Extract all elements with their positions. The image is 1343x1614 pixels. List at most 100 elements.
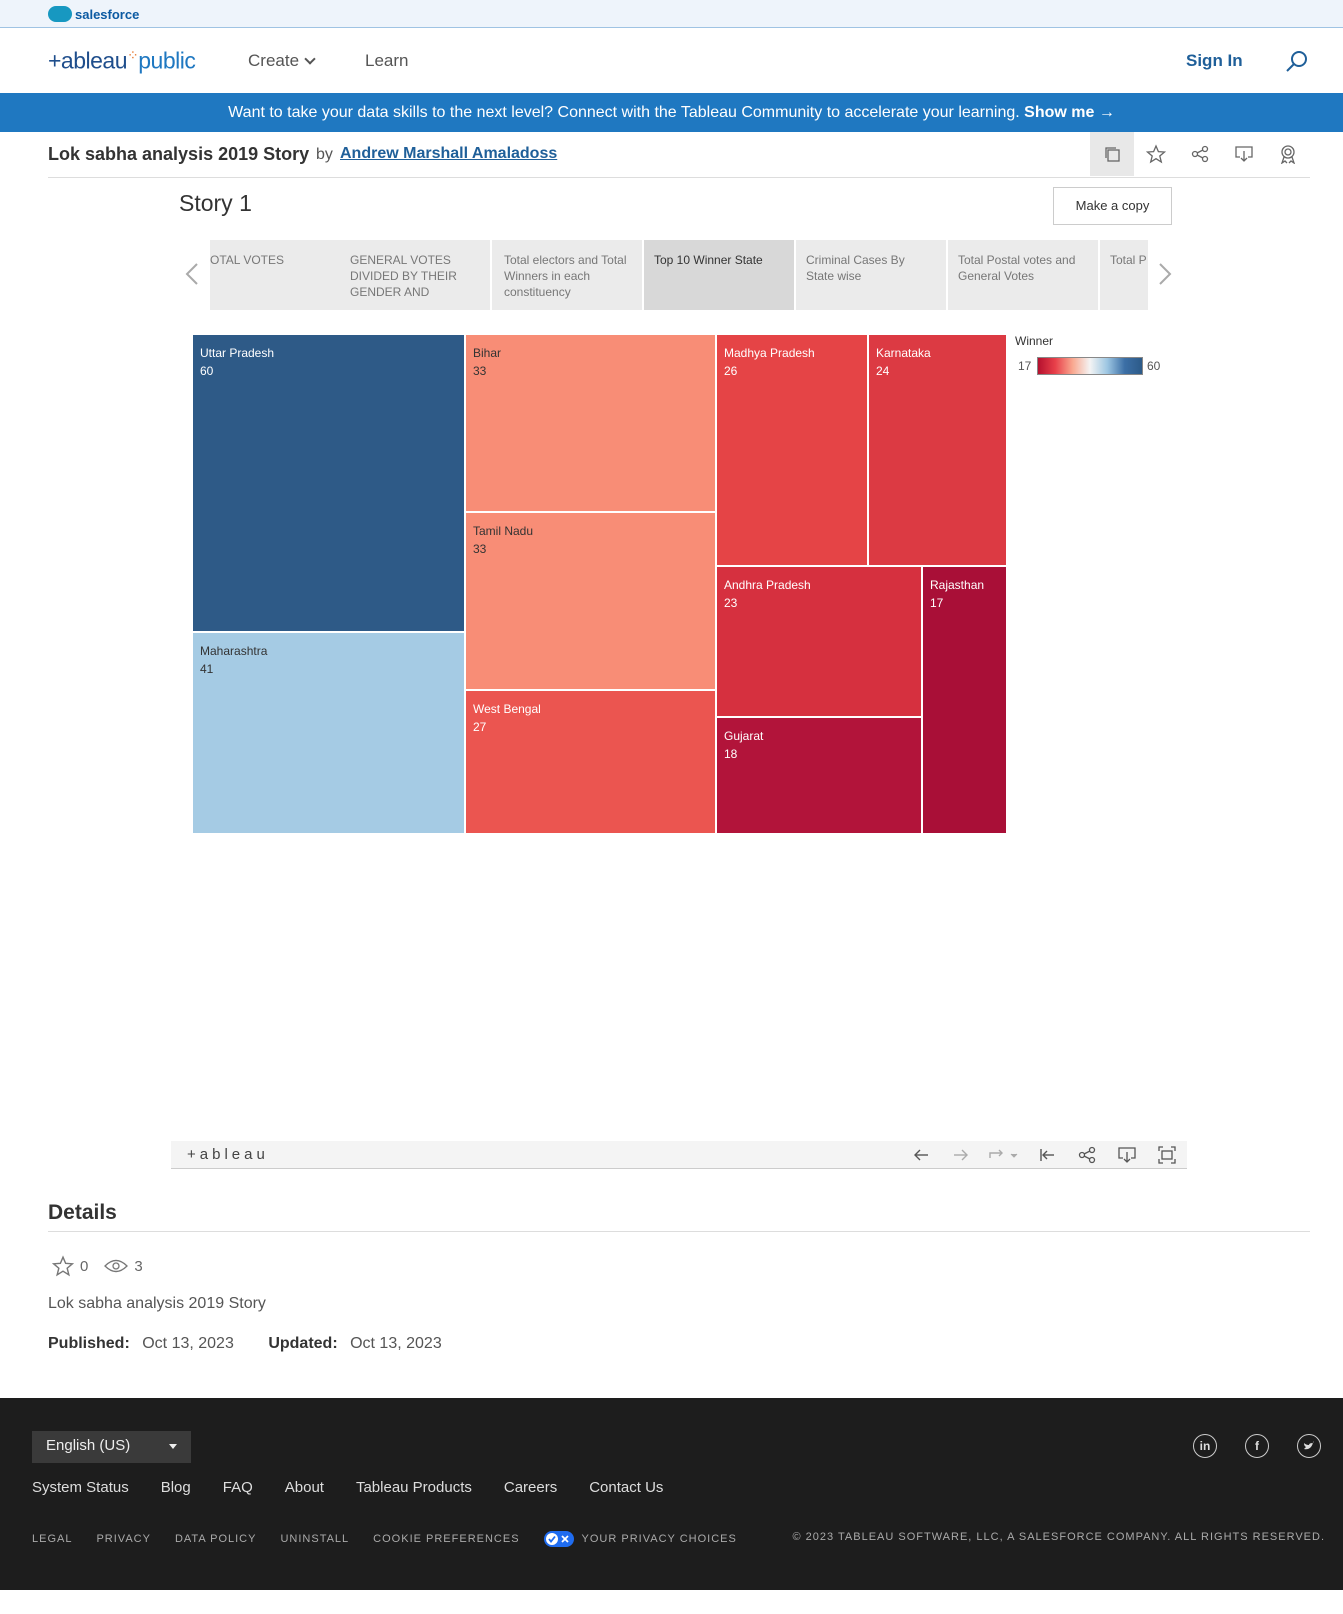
copyright-text: © 2023 TABLEAU SOFTWARE, LLC, A SALESFOR… [792,1531,1325,1543]
tile-value: 33 [473,364,487,378]
story-point[interactable]: Total electors and Total Winners in each… [492,240,642,310]
treemap-tile[interactable]: Madhya Pradesh 26 [716,334,868,566]
favorites-star-icon[interactable] [52,1255,74,1277]
treemap-tile[interactable]: Rajasthan 17 [922,566,1007,834]
tile-value: 33 [473,542,487,556]
tile-label: Karnataka [876,346,931,360]
published-date: Oct 13, 2023 [142,1335,234,1352]
tile-value: 60 [200,364,214,378]
legend-color-bar [1037,357,1143,375]
site-header: +ableau⁘public Create Learn Sign In [0,29,1343,92]
toolbar-download-icon[interactable] [1117,1145,1137,1165]
updated-date: Oct 13, 2023 [350,1335,442,1352]
author-link[interactable]: Andrew Marshall Amaladoss [340,145,557,163]
updated-label: Updated: [268,1335,338,1352]
views-count: 3 [134,1257,143,1275]
tile-value: 41 [200,662,214,676]
footer-link-about[interactable]: About [285,1479,324,1496]
undo-icon[interactable] [911,1145,931,1165]
banner-text: Want to take your data skills to the nex… [228,104,1020,121]
data-policy-link[interactable]: DATA POLICY [175,1533,257,1545]
tile-label: Maharashtra [200,644,268,658]
revert-icon[interactable] [987,1145,1021,1165]
tableau-toolbar-logo[interactable]: +ableau [187,1146,269,1163]
salesforce-cloud-icon [48,6,72,22]
footer-link-faq[interactable]: FAQ [223,1479,253,1496]
award-icon[interactable] [1266,132,1310,176]
cookie-preferences-link[interactable]: COOKIE PREFERENCES [373,1533,519,1545]
tile-value: 17 [930,596,944,610]
first-page-icon[interactable] [1037,1145,1057,1165]
story-point-selected[interactable]: Top 10 Winner State [644,240,794,310]
treemap-tile[interactable]: Karnataka 24 [868,334,1007,566]
story-point[interactable]: Total P each P [1100,240,1148,310]
viz-description: Lok sabha analysis 2019 Story [48,1295,266,1312]
facebook-icon[interactable]: f [1245,1434,1269,1458]
story-points-nav: OTAL VOTES GENERAL VOTES DIVIDED BY THEI… [210,240,1148,310]
tile-value: 24 [876,364,890,378]
tableau-public-logo[interactable]: +ableau⁘public [48,47,196,75]
privacy-link[interactable]: PRIVACY [96,1533,150,1545]
redo-icon[interactable] [951,1145,971,1165]
tile-value: 18 [724,747,738,761]
legend-title: Winner [1015,334,1054,348]
community-banner: Want to take your data skills to the nex… [0,93,1343,132]
copy-icon[interactable] [1090,132,1134,176]
views-eye-icon [104,1259,129,1273]
footer-link-blog[interactable]: Blog [161,1479,191,1496]
story-prev-arrow-icon[interactable] [185,262,199,286]
treemap-tile[interactable]: Gujarat 18 [716,717,922,834]
story-point[interactable]: Criminal Cases By State wise [796,240,946,310]
tile-label: Andhra Pradesh [724,578,811,592]
publish-info: Published: Oct 13, 2023 Updated: Oct 13,… [48,1335,442,1353]
footer-link-system-status[interactable]: System Status [32,1479,129,1496]
fullscreen-icon[interactable] [1157,1145,1177,1165]
treemap-tile[interactable]: Tamil Nadu 33 [465,512,716,690]
story-point[interactable]: GENERAL VOTES DIVIDED BY THEIR GENDER AN… [340,240,490,310]
footer-link-contact-us[interactable]: Contact Us [589,1479,663,1496]
treemap-tile[interactable]: Bihar 33 [465,334,716,512]
footer-link-careers[interactable]: Careers [504,1479,557,1496]
uninstall-link[interactable]: UNINSTALL [280,1533,349,1545]
treemap-tile[interactable]: Maharashtra 41 [192,632,465,834]
toolbar-share-icon[interactable] [1077,1145,1097,1165]
tile-label: Madhya Pradesh [724,346,815,360]
share-icon[interactable] [1178,132,1222,176]
legal-link[interactable]: LEGAL [32,1533,72,1545]
story-point[interactable]: OTAL VOTES [210,240,360,310]
legend-max: 60 [1147,359,1161,373]
salesforce-logo[interactable]: salesforce [48,5,139,23]
make-copy-button[interactable]: Make a copy [1053,187,1172,225]
nav-create[interactable]: Create [248,51,316,71]
download-icon[interactable] [1222,132,1266,176]
legal-links: LEGAL PRIVACY DATA POLICY UNINSTALL COOK… [32,1531,761,1547]
privacy-choices-toggle-icon[interactable] [543,1531,574,1547]
story-title: Story 1 [179,190,252,216]
treemap-tile[interactable]: Uttar Pradesh 60 [192,334,465,632]
search-icon[interactable] [1285,50,1309,74]
site-footer: English (US) System Status Blog FAQ Abou… [0,1398,1343,1590]
tableau-viz-toolbar: +ableau [171,1141,1187,1169]
viz-title-row: Lok sabha analysis 2019 Story by Andrew … [48,132,1310,178]
viz-stats: 0 3 [52,1254,143,1278]
nav-learn[interactable]: Learn [365,51,408,71]
tile-label: West Bengal [473,702,541,716]
linkedin-icon[interactable]: in [1193,1434,1217,1458]
treemap-tile[interactable]: West Bengal 27 [465,690,716,834]
published-label: Published: [48,1335,130,1352]
story-point[interactable]: Total Postal votes and General Votes [948,240,1098,310]
footer-link-tableau-products[interactable]: Tableau Products [356,1479,472,1496]
chevron-down-icon [304,52,316,65]
privacy-choices-link[interactable]: YOUR PRIVACY CHOICES [582,1533,737,1545]
story-next-arrow-icon[interactable] [1158,262,1172,286]
salesforce-bar: salesforce [0,0,1343,28]
twitter-icon[interactable] [1297,1434,1321,1458]
banner-show-me-link[interactable]: Show me → [1024,104,1115,121]
language-value: English (US) [46,1437,131,1454]
salesforce-brand: salesforce [75,6,140,22]
treemap-tile[interactable]: Andhra Pradesh 23 [716,566,922,717]
logo-prefix: +ableau [48,47,128,74]
language-select[interactable]: English (US) [32,1431,191,1463]
favorite-star-icon[interactable] [1134,132,1178,176]
sign-in-link[interactable]: Sign In [1186,51,1243,71]
